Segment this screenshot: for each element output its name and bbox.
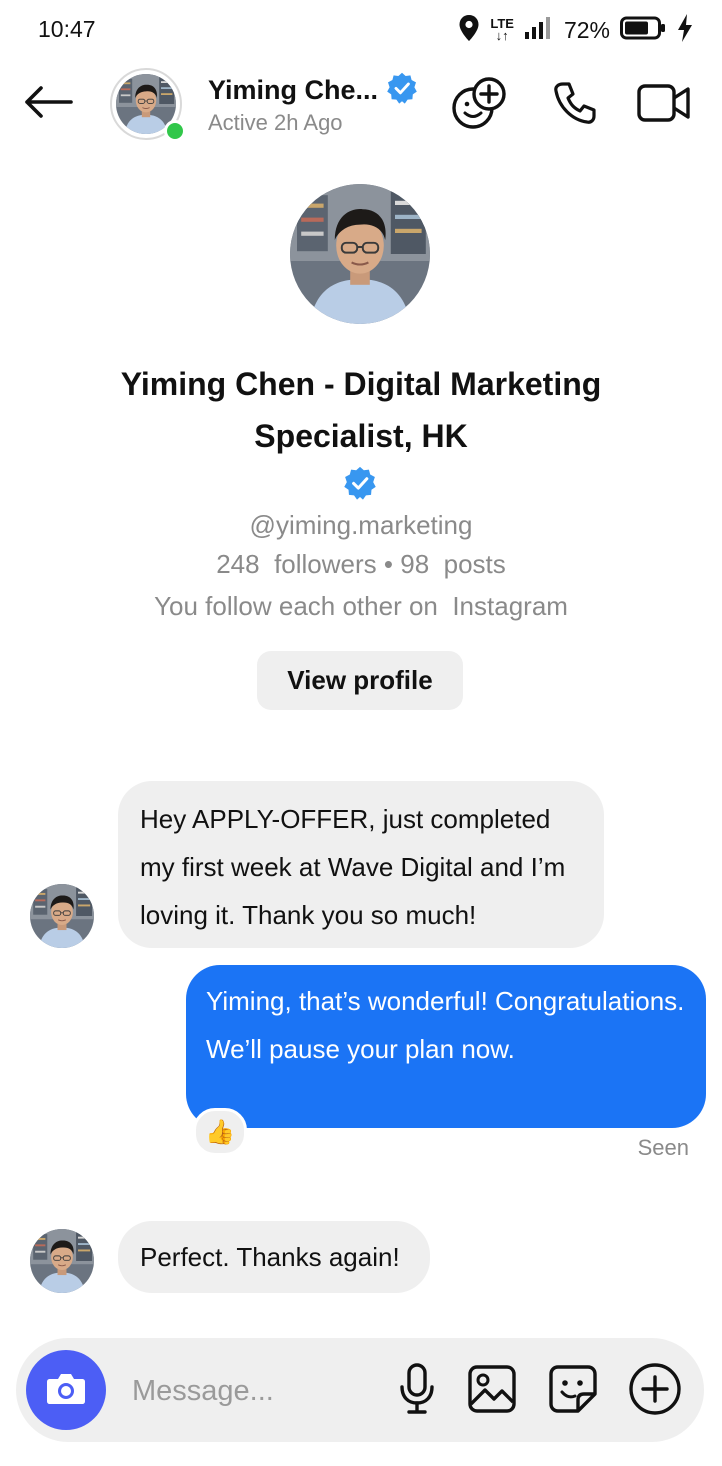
status-time: 10:47 xyxy=(38,16,96,42)
chat-header: Yiming Che... Active 2h Ago xyxy=(0,62,722,148)
voice-message-button[interactable] xyxy=(388,1362,446,1420)
outgoing-message[interactable]: Yiming, that’s wonderful! Congratulation… xyxy=(186,965,706,1128)
followers-count: 248 xyxy=(216,549,260,579)
profile-full-name: Yiming Chen - Digital Marketing Speciali… xyxy=(120,366,602,454)
gallery-icon xyxy=(467,1364,517,1419)
sticker-button[interactable] xyxy=(544,1362,602,1420)
message-reaction[interactable]: 👍 xyxy=(193,1108,247,1156)
contact-name: Yiming Che... xyxy=(208,75,379,105)
followers-label: followers xyxy=(274,549,377,579)
seen-status: Seen xyxy=(637,1135,689,1160)
call-button[interactable] xyxy=(545,78,605,132)
signal-icon xyxy=(524,16,554,45)
avatar[interactable] xyxy=(30,1229,94,1293)
avatar[interactable] xyxy=(30,884,94,948)
plus-circle-icon xyxy=(628,1362,682,1421)
video-icon xyxy=(637,83,691,128)
camera-icon xyxy=(46,1371,86,1410)
back-button[interactable] xyxy=(20,80,76,128)
battery-percent: 72% xyxy=(563,16,610,43)
battery-icon xyxy=(620,16,666,45)
message-composer xyxy=(16,1338,704,1442)
posts-label: posts xyxy=(443,549,506,579)
verified-badge-icon xyxy=(343,466,377,500)
gallery-button[interactable] xyxy=(463,1362,521,1420)
camera-button[interactable] xyxy=(26,1350,106,1430)
profile-handle: @yiming.marketing xyxy=(249,510,473,540)
posts-count: 98 xyxy=(400,549,430,579)
phone-icon xyxy=(552,80,598,131)
header-name-row[interactable]: Yiming Che... xyxy=(208,72,418,109)
incoming-message[interactable]: Hey APPLY-OFFER, just completed my first… xyxy=(118,781,604,948)
status-bar: 10:47 LTE ↓↑ 72% xyxy=(0,0,722,62)
sticker-icon xyxy=(548,1364,598,1419)
profile-avatar[interactable] xyxy=(290,184,430,324)
add-people-button[interactable] xyxy=(450,76,510,135)
status-icons: LTE ↓↑ 72% xyxy=(458,12,694,48)
view-profile-button[interactable]: View profile xyxy=(257,651,463,710)
location-icon xyxy=(458,14,480,47)
charging-bolt-icon xyxy=(676,13,694,48)
more-options-button[interactable] xyxy=(626,1362,684,1420)
stats-separator: • xyxy=(383,549,393,579)
verified-badge-icon xyxy=(386,72,418,109)
message-input[interactable] xyxy=(132,1368,392,1414)
online-indicator xyxy=(164,120,186,142)
mutual-follow-text: You follow each other on Instagram xyxy=(0,591,722,622)
mutual-text: You follow each other on xyxy=(154,591,438,621)
incoming-message[interactable]: Perfect. Thanks again! xyxy=(118,1221,430,1293)
back-arrow-icon xyxy=(23,85,73,124)
add-people-icon xyxy=(451,76,509,135)
lte-indicator: LTE ↓↑ xyxy=(490,16,514,43)
network-type-label: LTE xyxy=(490,16,514,31)
thumbs-up-icon: 👍 xyxy=(205,1118,235,1146)
active-status: Active 2h Ago xyxy=(208,110,343,135)
video-call-button[interactable] xyxy=(634,78,694,132)
mutual-platform: Instagram xyxy=(452,591,568,621)
microphone-icon xyxy=(398,1362,436,1420)
profile-stats: 248 followers • 98 posts xyxy=(0,549,722,580)
